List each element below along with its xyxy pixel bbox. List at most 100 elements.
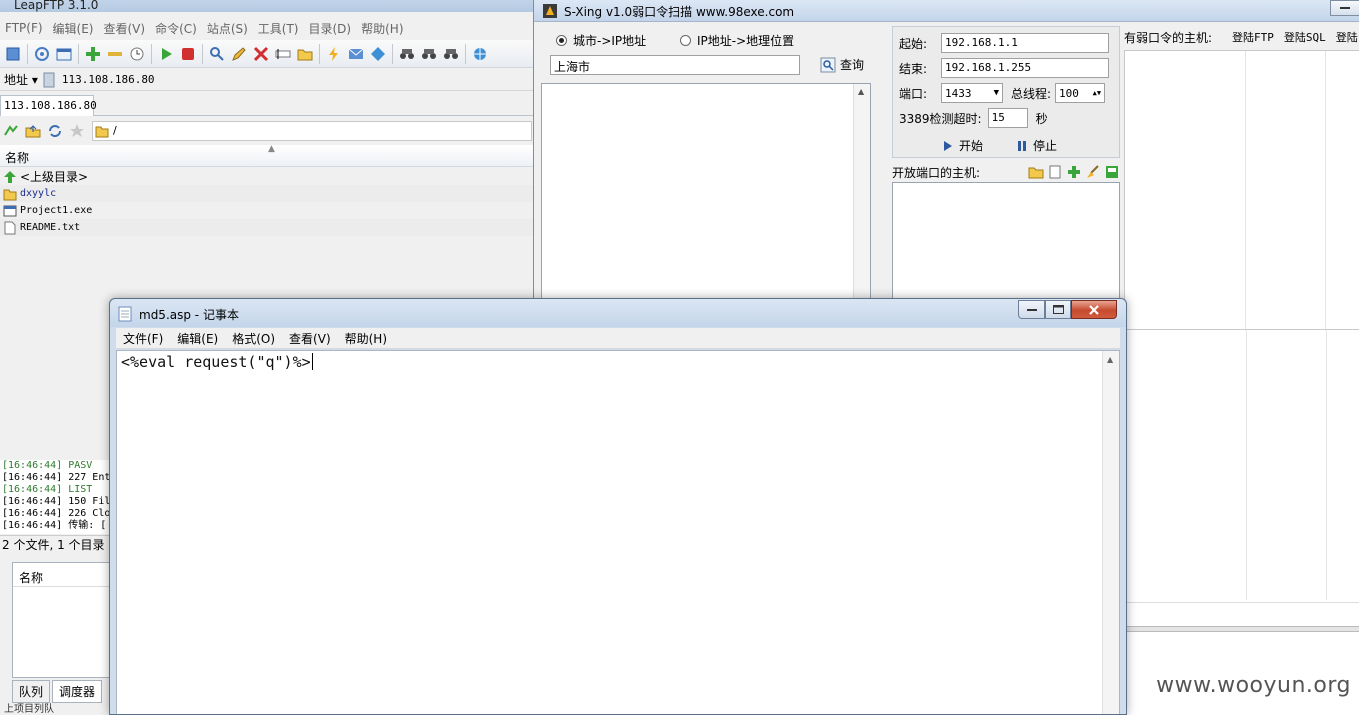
- folder-icon: [95, 124, 109, 138]
- list-item[interactable]: Project1.exe: [0, 202, 540, 219]
- binoculars-next-icon[interactable]: [418, 43, 440, 65]
- menu-view[interactable]: 查看(V): [282, 330, 338, 347]
- city-input[interactable]: 上海市: [550, 55, 800, 75]
- open-hosts-header: 开放端口的主机:: [892, 163, 1120, 181]
- menu-site[interactable]: 站点(S): [202, 20, 253, 37]
- sync-icon[interactable]: [44, 120, 66, 142]
- path-input[interactable]: /: [92, 120, 532, 141]
- radio-ip-to-location[interactable]: IP地址->地理位置: [680, 32, 794, 49]
- menu-format[interactable]: 格式(O): [225, 330, 282, 347]
- leapftp-titlebar[interactable]: LeapFTP 3.1.0: [0, 0, 540, 12]
- result-scrollbar[interactable]: ▲: [853, 84, 870, 330]
- mail-icon[interactable]: [345, 43, 367, 65]
- login-sql-link[interactable]: 登陆SQL: [1284, 29, 1326, 45]
- file-name: <上级目录>: [20, 170, 89, 184]
- address-label[interactable]: 地址 ▾: [0, 71, 42, 88]
- editor-scrollbar[interactable]: ▲: [1102, 351, 1119, 714]
- search-icon[interactable]: [206, 43, 228, 65]
- file-list-header: 名称 ▲: [0, 144, 540, 167]
- tab-scheduler[interactable]: 调度器: [52, 680, 103, 703]
- status-text: 2 个文件, 1 个目录: [0, 535, 110, 552]
- refresh-icon[interactable]: [0, 120, 22, 142]
- start-ip-input[interactable]: 192.168.1.1: [941, 33, 1109, 53]
- address-input[interactable]: 113.108.186.80: [62, 73, 155, 86]
- query-button[interactable]: 查询: [820, 56, 864, 73]
- bookmark-star-icon[interactable]: [66, 120, 88, 142]
- menu-view[interactable]: 查看(V): [98, 20, 150, 37]
- add-icon[interactable]: [1066, 165, 1082, 179]
- maximize-button[interactable]: [1045, 300, 1071, 319]
- list-item[interactable]: <上级目录>: [0, 168, 540, 185]
- threads-stepper[interactable]: 100 ▲▼: [1055, 83, 1106, 103]
- save-icon[interactable]: [1104, 165, 1120, 179]
- window-icon[interactable]: [53, 43, 75, 65]
- menu-file[interactable]: 文件(F): [116, 330, 170, 347]
- splitter[interactable]: [1126, 626, 1359, 632]
- menu-help[interactable]: 帮助(H): [356, 20, 408, 37]
- queue-column-header[interactable]: 名称: [13, 563, 111, 587]
- log-line: [16:46:44] 传输: [: [2, 520, 107, 531]
- menu-help[interactable]: 帮助(H): [338, 330, 394, 347]
- watermark: www.wooyun.org: [1156, 673, 1351, 698]
- close-button[interactable]: [1071, 300, 1117, 319]
- leapftp-menubar: FTP(F) 编辑(E) 查看(V) 命令(C) 站点(S) 工具(T) 目录(…: [0, 17, 540, 39]
- toolbar-separator: [319, 43, 320, 64]
- menu-directory[interactable]: 目录(D): [304, 20, 357, 37]
- query-label: 查询: [840, 58, 865, 72]
- minimize-button[interactable]: [1330, 0, 1359, 16]
- grid-area[interactable]: [1126, 330, 1359, 600]
- editor-content-line[interactable]: <%eval request("q")%>: [121, 353, 313, 371]
- weak-hosts-grid[interactable]: [1124, 50, 1359, 330]
- folder-open-icon[interactable]: [294, 43, 316, 65]
- parent-folder-icon[interactable]: [22, 120, 44, 142]
- port-value: 1433: [945, 86, 972, 100]
- column-name-header[interactable]: 名称: [5, 149, 29, 166]
- weak-hosts-label: 有弱口令的主机:: [1124, 30, 1213, 45]
- radio-city-to-ip[interactable]: 城市->IP地址: [556, 32, 646, 49]
- site-manager-icon[interactable]: [2, 43, 24, 65]
- radio-selected-icon: [556, 35, 567, 46]
- add-icon[interactable]: [82, 43, 104, 65]
- globe-icon[interactable]: [469, 43, 491, 65]
- path-value: /: [113, 124, 117, 137]
- binoculars-icon[interactable]: [396, 43, 418, 65]
- menu-ftp[interactable]: FTP(F): [0, 21, 48, 35]
- open-folder-icon[interactable]: [1028, 165, 1044, 179]
- pencil-icon[interactable]: [228, 43, 250, 65]
- lightning-icon[interactable]: [323, 43, 345, 65]
- stop-icon[interactable]: [177, 43, 199, 65]
- clock-icon[interactable]: [126, 43, 148, 65]
- timeout-input[interactable]: 15: [987, 108, 1028, 128]
- menu-edit[interactable]: 编辑(E): [48, 20, 99, 37]
- list-item[interactable]: dxyylc: [0, 185, 540, 202]
- start-button[interactable]: 开始: [943, 137, 983, 154]
- play-icon[interactable]: [155, 43, 177, 65]
- notepad-titlebar[interactable]: md5.asp - 记事本: [110, 299, 1126, 327]
- rename-icon[interactable]: [272, 43, 294, 65]
- sxing-titlebar[interactable]: S-Xing v1.0弱口令扫描 www.98exe.com: [534, 0, 1359, 22]
- geo-result-list[interactable]: ▲: [541, 83, 871, 330]
- menu-tools[interactable]: 工具(T): [253, 20, 304, 37]
- menu-command[interactable]: 命令(C): [150, 20, 202, 37]
- login-ftp-link[interactable]: 登陆FTP: [1232, 29, 1274, 45]
- tab-session[interactable]: 113.108.186.80: [0, 95, 97, 116]
- toolbar-separator: [202, 43, 203, 64]
- settings-icon[interactable]: [31, 43, 53, 65]
- diamond-icon[interactable]: [367, 43, 389, 65]
- stop-button[interactable]: 停止: [1017, 137, 1057, 154]
- text-editor[interactable]: <%eval request("q")%> ▲: [116, 350, 1120, 714]
- port-select[interactable]: 1433 ▼: [941, 83, 1003, 103]
- end-ip-input[interactable]: 192.168.1.255: [941, 58, 1109, 78]
- broom-icon[interactable]: [1085, 165, 1101, 179]
- delete-icon[interactable]: [250, 43, 272, 65]
- binoculars-prev-icon[interactable]: [440, 43, 462, 65]
- copy-icon[interactable]: [1047, 165, 1063, 179]
- bottom-status-text: 上项目列队: [4, 704, 54, 715]
- minimize-button[interactable]: [1018, 300, 1045, 319]
- login-more-link[interactable]: 登陆: [1336, 29, 1358, 45]
- remove-icon[interactable]: [104, 43, 126, 65]
- stop-button-label: 停止: [1033, 139, 1058, 153]
- list-item[interactable]: README.txt: [0, 219, 540, 236]
- file-name: README.txt: [20, 222, 81, 233]
- menu-edit[interactable]: 编辑(E): [170, 330, 225, 347]
